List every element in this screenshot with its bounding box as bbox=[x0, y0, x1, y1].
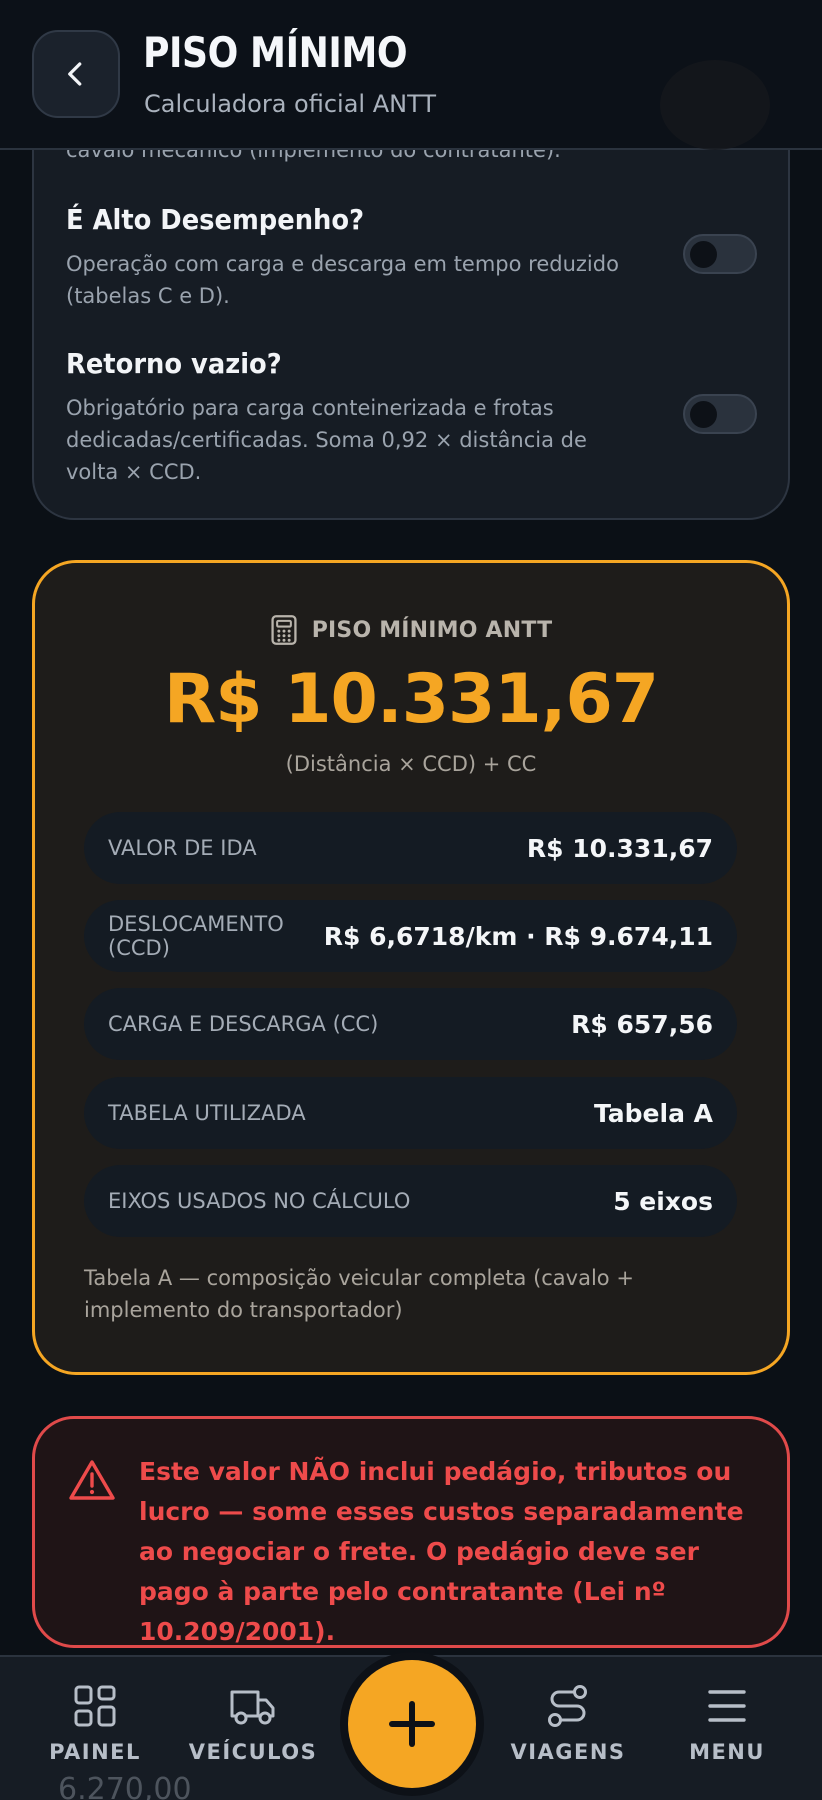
breakdown-row-valor-ida: VALOR DE IDA R$ 10.331,67 bbox=[84, 812, 737, 884]
route-icon bbox=[548, 1685, 587, 1727]
nav-label: MENU bbox=[689, 1740, 765, 1764]
calculator-icon bbox=[271, 615, 297, 645]
row-label: DESLOCAMENTO (CCD) bbox=[108, 912, 284, 960]
warning-triangle-icon bbox=[68, 1458, 116, 1506]
toggle-knob bbox=[690, 401, 717, 428]
row-label: EIXOS USADOS NO CÁLCULO bbox=[108, 1189, 411, 1213]
result-label: PISO MÍNIMO ANTT bbox=[311, 617, 553, 643]
chevron-left-icon bbox=[68, 62, 82, 86]
option-desc-alto-desempenho: Operação com carga e descarga em tempo r… bbox=[66, 252, 619, 308]
row-value: R$ 10.331,67 bbox=[526, 833, 713, 863]
breakdown-row-deslocamento: DESLOCAMENTO (CCD) R$ 6,6718/km · R$ 9.6… bbox=[84, 900, 737, 972]
grid-icon bbox=[74, 1685, 116, 1727]
nav-item-veiculos[interactable]: VEÍCULOS bbox=[183, 1684, 323, 1784]
toggle-knob bbox=[690, 241, 717, 268]
row-label: TABELA UTILIZADA bbox=[108, 1101, 306, 1125]
breakdown-row-tabela: TABELA UTILIZADA Tabela A bbox=[84, 1077, 737, 1149]
nav-item-viagens[interactable]: VIAGENS bbox=[498, 1684, 638, 1784]
breakdown-row-eixos: EIXOS USADOS NO CÁLCULO 5 eixos bbox=[84, 1165, 737, 1237]
warning-text: Este valor NÃO inclui pedágio, tributos … bbox=[139, 1457, 744, 1646]
nav-item-menu[interactable]: MENU bbox=[657, 1684, 797, 1784]
page-title: PISO MÍNIMO bbox=[143, 28, 408, 77]
plus-icon bbox=[389, 1701, 435, 1747]
breakdown-row-carga-descarga: CARGA E DESCARGA (CC) R$ 657,56 bbox=[84, 988, 737, 1060]
row-value: R$ 657,56 bbox=[571, 1009, 713, 1039]
nav-label: VEÍCULOS bbox=[188, 1740, 318, 1764]
header-decoration bbox=[660, 60, 770, 150]
result-header: PISO MÍNIMO ANTT bbox=[0, 612, 822, 648]
option-title-alto-desempenho: É Alto Desempenho? bbox=[66, 203, 365, 236]
page-subtitle: Calculadora oficial ANTT bbox=[144, 90, 436, 118]
result-value: R$ 10.331,67 bbox=[163, 660, 659, 739]
truck-icon bbox=[230, 1690, 275, 1725]
row-value: R$ 6,6718/km · R$ 9.674,11 bbox=[323, 921, 713, 951]
menu-icon bbox=[708, 1690, 746, 1722]
back-button[interactable] bbox=[32, 30, 120, 118]
result-formula: (Distância × CCD) + CC bbox=[285, 752, 537, 776]
row-value: 5 eixos bbox=[613, 1186, 713, 1216]
nav-label: VIAGENS bbox=[510, 1740, 626, 1764]
add-button[interactable] bbox=[348, 1660, 476, 1788]
row-value: Tabela A bbox=[593, 1098, 713, 1128]
nav-label: PAINEL bbox=[49, 1740, 141, 1764]
row-label: CARGA E DESCARGA (CC) bbox=[108, 1012, 379, 1036]
app-header: PISO MÍNIMO Calculadora oficial ANTT bbox=[0, 0, 822, 150]
nav-item-painel[interactable]: PAINEL bbox=[25, 1684, 165, 1784]
toggle-alto-desempenho[interactable] bbox=[683, 234, 757, 274]
option-desc-retorno-vazio: Obrigatório para carga conteinerizada e … bbox=[66, 396, 587, 484]
row-label: VALOR DE IDA bbox=[108, 836, 257, 860]
toggle-retorno-vazio[interactable] bbox=[683, 394, 757, 434]
result-note: Tabela A — composição veicular completa … bbox=[84, 1266, 634, 1322]
option-title-retorno-vazio: Retorno vazio? bbox=[66, 347, 282, 380]
